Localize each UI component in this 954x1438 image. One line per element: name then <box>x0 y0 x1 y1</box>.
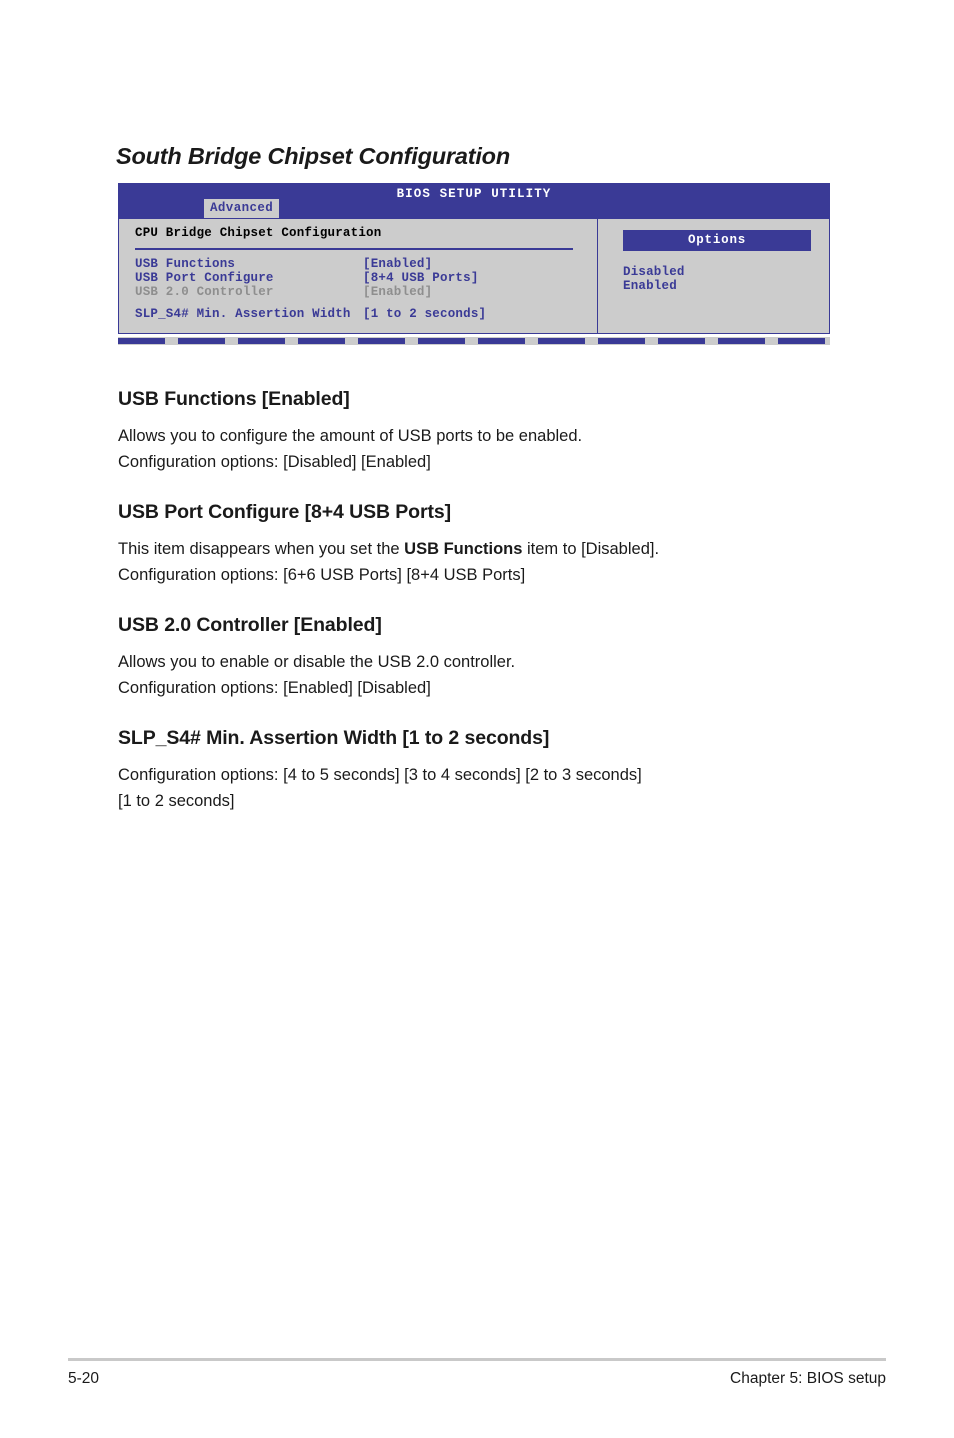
bios-options-panel: Options Disabled Enabled <box>598 219 829 333</box>
text-fragment: This item disappears when you set the <box>118 540 405 558</box>
footer-page-number: 5-20 <box>68 1370 100 1387</box>
setting-row-usb-functions[interactable]: USB Functions [Enabled] <box>135 257 432 271</box>
bios-settings-panel: CPU Bridge Chipset Configuration USB Fun… <box>119 219 598 333</box>
setting-value: [Enabled] <box>363 285 433 299</box>
setting-row-slp-s4-assertion-width[interactable]: SLP_S4# Min. Assertion Width [1 to 2 seco… <box>135 307 486 321</box>
content-body: USB Functions [Enabled] Allows you to co… <box>118 388 818 814</box>
paragraph-usb-20-controller: Allows you to enable or disable the USB … <box>118 649 818 701</box>
bios-header-bar: BIOS SETUP UTILITY Advanced <box>118 183 830 219</box>
setting-value: [1 to 2 seconds] <box>363 307 487 321</box>
setting-label: USB Functions <box>135 257 236 271</box>
text-line: Allows you to enable or disable the USB … <box>118 653 516 671</box>
footer-divider <box>68 1358 886 1361</box>
heading-usb-port-configure: USB Port Configure [8+4 USB Ports] <box>118 501 452 523</box>
paragraph-usb-functions: Allows you to configure the amount of US… <box>118 423 818 475</box>
text-line: Configuration options: [6+6 USB Ports] [… <box>118 566 526 584</box>
footer-chapter-label: Chapter 5: BIOS setup <box>730 1370 886 1387</box>
document-page: South Bridge Chipset Configuration BIOS … <box>0 0 954 1438</box>
text-fragment: item to [Disabled]. <box>522 540 660 558</box>
setting-value: [Enabled] <box>363 257 433 271</box>
setting-label: SLP_S4# Min. Assertion Width <box>135 307 351 321</box>
text-line: Configuration options: [Enabled] [Disabl… <box>118 679 431 697</box>
setting-label: USB 2.0 Controller <box>135 285 274 299</box>
paragraph-slp-s4-assertion-width: Configuration options: [4 to 5 seconds] … <box>118 762 818 814</box>
text-line: Allows you to configure the amount of US… <box>118 427 583 445</box>
options-header-label: Options <box>687 233 747 247</box>
options-header-box: Options <box>623 230 811 251</box>
text-line: Configuration options: [4 to 5 seconds] … <box>118 766 642 784</box>
option-item-disabled[interactable]: Disabled <box>623 265 685 279</box>
text-emphasis: USB Functions <box>404 540 523 558</box>
bios-footer-dashed-strip <box>118 337 830 345</box>
heading-usb-functions: USB Functions [Enabled] <box>118 388 350 410</box>
panel-heading: CPU Bridge Chipset Configuration <box>135 226 382 240</box>
setting-label: USB Port Configure <box>135 271 274 285</box>
tab-advanced[interactable]: Advanced <box>204 199 280 218</box>
text-line: This item disappears when you set the US… <box>118 536 818 562</box>
page-title: South Bridge Chipset Configuration <box>116 143 510 169</box>
bios-body: CPU Bridge Chipset Configuration USB Fun… <box>118 219 830 334</box>
panel-divider <box>135 248 573 250</box>
setting-value: [8+4 USB Ports] <box>363 271 479 285</box>
heading-slp-s4-assertion-width: SLP_S4# Min. Assertion Width [1 to 2 sec… <box>118 727 550 749</box>
paragraph-usb-port-configure: This item disappears when you set the US… <box>118 536 818 588</box>
bios-setup-screenshot: BIOS SETUP UTILITY Advanced CPU Bridge C… <box>118 183 830 345</box>
setting-row-usb-20-controller: USB 2.0 Controller [Enabled] <box>135 285 432 299</box>
text-line: [1 to 2 seconds] <box>118 792 235 810</box>
heading-usb-20-controller: USB 2.0 Controller [Enabled] <box>118 614 382 636</box>
text-line: Configuration options: [Disabled] [Enabl… <box>118 453 431 471</box>
option-item-enabled[interactable]: Enabled <box>623 279 677 293</box>
setting-row-usb-port-configure[interactable]: USB Port Configure [8+4 USB Ports] <box>135 271 479 285</box>
